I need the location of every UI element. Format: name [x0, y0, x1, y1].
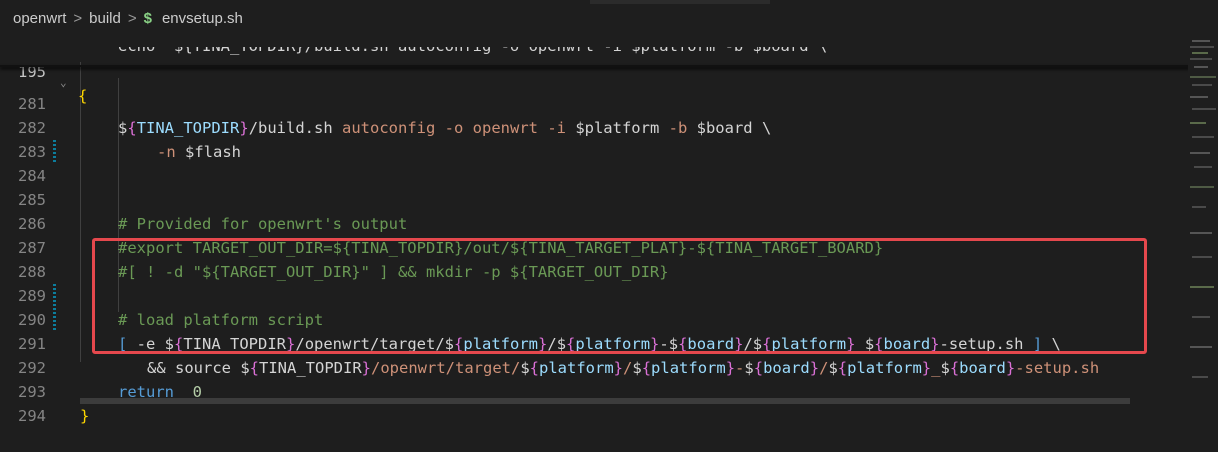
token: $	[240, 359, 250, 377]
token: {	[529, 359, 540, 377]
minimap-line	[1190, 76, 1216, 78]
token: }	[613, 359, 624, 377]
sticky-shadow	[0, 65, 1190, 67]
code-line[interactable]: 286 #export TARGET_OUT_DIR=${TINA_TOPDIR…	[0, 188, 883, 257]
minimap-line	[1190, 58, 1212, 60]
token: $	[520, 359, 530, 377]
minimap-line	[1192, 376, 1208, 378]
code-line[interactable]: 288	[0, 236, 46, 281]
code-line[interactable]: 285 # Provided for openwrt's output	[0, 164, 407, 233]
token: }	[1005, 359, 1016, 377]
comment: # Provided for openwrt's output	[118, 215, 408, 233]
token: $	[828, 359, 838, 377]
token: $	[632, 359, 642, 377]
code-line[interactable]: 289 # load platform script	[0, 260, 323, 329]
minimap-line	[1192, 316, 1210, 318]
token: \	[752, 119, 772, 137]
token: platform	[847, 359, 922, 377]
token: }	[361, 359, 372, 377]
token: $	[118, 119, 128, 137]
code-line[interactable]: 291 && source ${TINA_TOPDIR}/openwrt/tar…	[0, 308, 1099, 377]
minimap-line	[1194, 166, 1212, 168]
token: platform	[539, 359, 614, 377]
token: {	[949, 359, 960, 377]
token: {	[837, 359, 848, 377]
token: }	[239, 119, 249, 137]
token: &&	[147, 359, 175, 377]
sticky-line[interactable]: 195 {	[0, 36, 87, 105]
token: {	[127, 119, 137, 137]
breadcrumb-file[interactable]: envsetup.sh	[162, 10, 243, 27]
token: }	[921, 359, 932, 377]
modified-line-marker	[53, 140, 56, 164]
code-line[interactable]: 293 }	[0, 356, 89, 425]
token: TINA_TOPDIR	[136, 119, 240, 137]
chevron-right-icon: >	[127, 9, 137, 27]
partially-hidden-line: echo "${TINA_TOPDIR}/build.sh autoconfig…	[118, 47, 827, 61]
tab-strip-fragment	[590, 0, 770, 4]
token: {	[641, 359, 652, 377]
code-line[interactable]: 284	[0, 140, 46, 185]
minimap-line	[1192, 256, 1212, 258]
minimap-line	[1192, 206, 1206, 208]
token: board	[763, 359, 810, 377]
sticky-line-text: {	[78, 87, 88, 105]
minimap-line	[1192, 84, 1212, 86]
minimap-line	[1190, 96, 1208, 98]
minimap-line	[1190, 46, 1214, 48]
token: $	[744, 359, 754, 377]
line-number: 294	[18, 407, 46, 425]
token: -b	[659, 119, 697, 137]
token: TINA_TOPDIR	[259, 359, 362, 377]
minimap[interactable]	[1188, 36, 1218, 404]
horizontal-scrollbar[interactable]	[80, 398, 1130, 404]
minimap-line	[1190, 346, 1212, 348]
closing-brace: }	[80, 407, 90, 425]
code-line[interactable]: 290 [ -e ${TINA_TOPDIR}/openwrt/target/$…	[0, 284, 1061, 353]
minimap-line	[1192, 108, 1216, 110]
sticky-line-number: 195	[18, 63, 46, 81]
minimap-line	[1190, 122, 1206, 124]
breadcrumb: openwrt > build > $ envsetup.sh	[0, 0, 1218, 36]
token: /build.sh	[248, 119, 343, 137]
code-line[interactable]: 287 #[ ! -d "${TARGET_OUT_DIR}" ] && mkd…	[0, 212, 669, 281]
token: board	[959, 359, 1006, 377]
token: $platform	[575, 119, 660, 137]
minimap-line	[1190, 286, 1214, 288]
modified-line-marker	[53, 308, 56, 332]
code-line[interactable]: 294	[0, 380, 46, 425]
token: {	[249, 359, 260, 377]
minimap-line	[1190, 186, 1214, 188]
chevron-right-icon: >	[73, 9, 83, 27]
minimap-line	[1192, 40, 1210, 42]
breadcrumb-folder-build[interactable]: build	[89, 10, 121, 27]
minimap-line	[1190, 232, 1212, 234]
minimap-line	[1194, 66, 1208, 68]
modified-line-marker	[53, 284, 56, 308]
token: /openwrt/target/	[371, 359, 521, 377]
shell-file-icon: $	[143, 9, 152, 27]
token: }	[725, 359, 736, 377]
fold-chevron-icon[interactable]: ⌄	[60, 76, 67, 89]
token: $	[940, 359, 950, 377]
minimap-line	[1190, 152, 1210, 154]
breadcrumb-folder-openwrt[interactable]: openwrt	[13, 10, 66, 27]
token: $board	[696, 119, 753, 137]
token: -n	[157, 143, 185, 161]
token: $flash	[185, 143, 241, 161]
token: -	[735, 359, 745, 377]
token: source	[175, 359, 241, 377]
highlight-annotation-box	[92, 238, 1147, 354]
token: platform	[651, 359, 726, 377]
token: }	[809, 359, 820, 377]
token: autoconfig -o openwrt -i	[342, 119, 576, 137]
token: /	[623, 359, 633, 377]
token: -setup.sh	[1015, 359, 1100, 377]
minimap-line	[1192, 52, 1208, 54]
token: {	[753, 359, 764, 377]
code-line[interactable]: 292 return 0	[0, 332, 202, 401]
minimap-line	[1192, 136, 1214, 138]
